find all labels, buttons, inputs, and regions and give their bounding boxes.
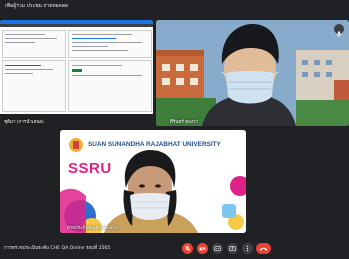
- shared-pane-1: [2, 30, 66, 58]
- mic-off-button[interactable]: [182, 243, 193, 254]
- shared-screen: [0, 20, 153, 114]
- captions-button[interactable]: [212, 243, 223, 254]
- participant-name: ศิรินทร์ ทองวา: [170, 120, 199, 125]
- screen-share-tile[interactable]: ชุติมา (การนำเสนอ): [0, 20, 153, 126]
- participant-video-tile[interactable]: ศิรินทร์ ทองวา: [156, 20, 349, 126]
- more-icon: [246, 245, 249, 252]
- end-call-icon: [259, 247, 268, 251]
- ssru-logo-text: SSRU: [68, 160, 112, 177]
- more-options-button[interactable]: [242, 243, 253, 254]
- mic-status-icon: [334, 24, 344, 37]
- camera-off-button[interactable]: [197, 243, 208, 254]
- participant-name: ชุติมา (การนำเสนอ): [4, 120, 44, 125]
- captions-icon: [214, 246, 221, 251]
- mic-off-icon: [184, 245, 191, 252]
- university-banner: SUAN SUNANDHA RAJABHAT UNIVERSITY: [88, 141, 221, 148]
- window-title: เพิ่มผู้ร่วม ประชุม ถ่ายทอดสด: [5, 3, 69, 9]
- present-button[interactable]: [227, 243, 238, 254]
- meeting-title: การตรวจประเมินระดับ CHE QA Online รอบที่…: [4, 246, 111, 251]
- end-call-button[interactable]: [256, 243, 271, 254]
- shared-pane-3: [2, 60, 66, 112]
- participant-video-tile[interactable]: SUAN SUNANDHA RAJABHAT UNIVERSITY SSRU ⋯…: [60, 130, 246, 233]
- bottom-bar: การตรวจประเมินระดับ CHE QA Online รอบที่…: [0, 238, 349, 259]
- present-icon: [229, 246, 236, 251]
- more-options-icon[interactable]: ⋯: [236, 131, 243, 139]
- shared-pane-2: [68, 30, 152, 58]
- shared-pane-4: [68, 60, 152, 112]
- top-bar: เพิ่มผู้ร่วม ประชุม ถ่ายทอดสด: [0, 0, 349, 14]
- shared-app-toolbar: [0, 24, 153, 27]
- camera-off-icon: [199, 245, 206, 252]
- participant-name: ฝ่ายประกันคุณภาพ SSRU: [67, 226, 118, 231]
- video-frame: [156, 20, 349, 126]
